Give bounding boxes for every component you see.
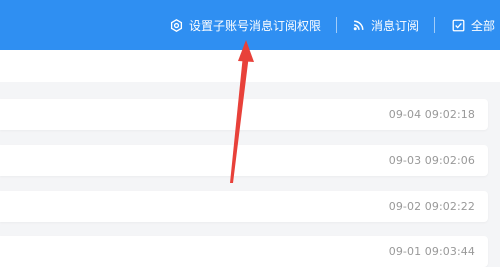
select-all-toggle[interactable]: 全部 — [452, 0, 495, 50]
subaccount-subscription-settings-label: 设置子账号消息订阅权限 — [189, 18, 322, 33]
select-all-label: 全部 — [471, 18, 496, 33]
top-toolbar: 设置子账号消息订阅权限 消息订阅 全部 — [0, 0, 500, 50]
message-subscription-button[interactable]: 消息订阅 — [353, 0, 419, 50]
message-time: 09-03 09:02:06 — [388, 154, 475, 167]
message-row[interactable]: 09-03 09:02:06 — [0, 145, 488, 176]
message-time: 09-04 09:02:18 — [388, 108, 475, 121]
subaccount-subscription-settings-button[interactable]: 设置子账号消息订阅权限 — [170, 0, 321, 50]
message-time: 09-02 09:02:22 — [388, 200, 475, 213]
toolbar-divider — [336, 17, 337, 33]
message-time: 09-01 09:03:44 — [388, 245, 475, 258]
filter-strip — [0, 50, 500, 82]
rss-icon — [353, 19, 365, 31]
checkbox-icon — [452, 19, 465, 32]
message-row[interactable]: 09-02 09:02:22 — [0, 191, 488, 222]
message-subscription-label: 消息订阅 — [371, 18, 420, 33]
toolbar-divider — [434, 17, 435, 33]
message-row[interactable]: 09-04 09:02:18 — [0, 99, 488, 130]
gear-icon — [170, 18, 183, 32]
message-row[interactable]: 09-01 09:03:44 — [0, 236, 488, 267]
